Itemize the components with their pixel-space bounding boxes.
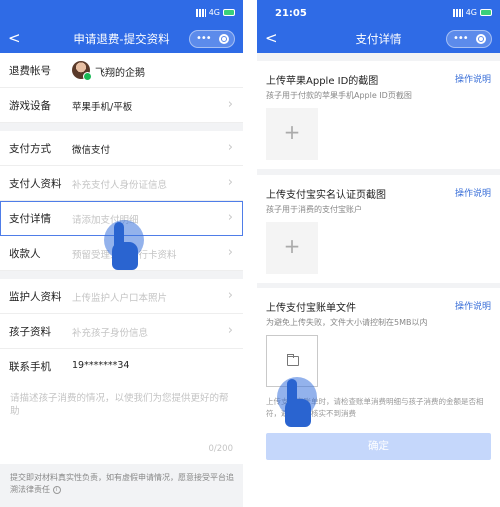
upload-apple-id-button[interactable]: + [266, 108, 318, 160]
right-screen: 21:05 4G < 支付详情 ••• 上传苹果Apple ID的截图 操作说明… [257, 0, 500, 507]
confirm-button[interactable]: 确定 [266, 433, 491, 460]
row-guardian-info[interactable]: 监护人资料 上传监护人户口本照片 › [0, 279, 243, 314]
row-label: 支付方式 [9, 143, 51, 155]
row-label: 监护人资料 [9, 291, 62, 303]
legal-notice: 提交即对材料真实性负责，如有虚假申请情况，愿意接受平台追溯法律责任 i [0, 464, 243, 507]
row-placeholder: 上传监护人户口本照片 [72, 293, 168, 304]
divider [0, 271, 243, 279]
row-game-device[interactable]: 游戏设备 苹果手机/平板 › [0, 88, 243, 123]
more-icon[interactable]: ••• [196, 32, 212, 46]
section-title: 上传苹果Apple ID的截图 [266, 76, 379, 87]
chevron-right-icon: › [227, 175, 233, 190]
section-title: 上传支付宝实名认证页截图 [266, 190, 386, 201]
battery-icon [480, 9, 492, 16]
phone-value: 19*******34 [72, 360, 130, 371]
signal-icon [452, 8, 463, 17]
textarea-placeholder: 请描述孩子消费的情况，以使我们为您提供更好的帮助 [10, 393, 229, 417]
apple-id-section: 上传苹果Apple ID的截图 操作说明 孩子用于付款的苹果手机Apple ID… [257, 61, 500, 169]
row-payment-method[interactable]: 支付方式 微信支付 › [0, 131, 243, 166]
section-desc: 为避免上传失败，文件大小请控制在5MB以内 [266, 318, 428, 327]
close-miniprogram-icon[interactable] [476, 34, 486, 44]
network-label: 4G [208, 8, 220, 17]
row-label: 支付人资料 [9, 178, 62, 190]
plus-icon: + [283, 234, 301, 258]
instructions-link[interactable]: 操作说明 [455, 72, 491, 85]
row-label: 支付详情 [9, 213, 51, 225]
row-label: 联系手机 [9, 361, 51, 373]
instructions-link[interactable]: 操作说明 [455, 186, 491, 199]
network-label: 4G [465, 8, 477, 17]
chevron-right-icon: › [227, 97, 233, 112]
chevron-right-icon: › [227, 140, 233, 155]
char-counter: 0/200 [208, 444, 234, 454]
status-icons: 4G [195, 8, 235, 17]
row-label: 孩子资料 [9, 326, 51, 338]
row-value: 微信支付 [72, 145, 111, 156]
tap-hand-icon [277, 367, 321, 429]
tap-hand-icon [104, 210, 148, 272]
row-value: 苹果手机/平板 [72, 102, 133, 113]
header-bar: 4G < 申请退费-提交资料 ••• [0, 0, 243, 53]
row-label: 游戏设备 [9, 100, 51, 112]
account-name: 飞翔的企鹅 [95, 68, 145, 79]
plus-icon: + [283, 120, 301, 144]
folder-icon [287, 354, 299, 366]
avatar [72, 61, 92, 81]
left-screen: 4G < 申请退费-提交资料 ••• 退费帐号 飞翔的企鹅 游戏设备 苹果手机/… [0, 0, 243, 507]
status-icons: 4G [452, 8, 492, 17]
signal-icon [195, 8, 206, 17]
more-icon[interactable]: ••• [453, 32, 469, 46]
status-time: 21:05 [275, 8, 307, 19]
row-placeholder: 补充支付人身份证信息 [72, 180, 168, 191]
battery-icon [223, 9, 235, 16]
upload-alipay-auth-button[interactable]: + [266, 222, 318, 274]
row-label: 退费帐号 [9, 65, 51, 77]
section-desc: 孩子用于付款的苹果手机Apple ID页截图 [266, 91, 412, 100]
chevron-right-icon: › [227, 323, 233, 338]
divider [0, 123, 243, 131]
notice-text: 提交即对材料真实性负责，如有虚假申请情况，愿意接受平台追溯法律责任 i [10, 473, 234, 494]
miniprogram-capsule[interactable]: ••• [446, 30, 492, 48]
header-bar: 21:05 4G < 支付详情 ••• [257, 0, 500, 53]
description-textarea[interactable]: 请描述孩子消费的情况，以使我们为您提供更好的帮助 0/200 [0, 376, 243, 464]
chevron-right-icon: › [227, 210, 233, 225]
section-desc: 孩子用于消费的支付宝账户 [266, 205, 362, 214]
row-payer-info[interactable]: 支付人资料 补充支付人身份证信息 › [0, 166, 243, 201]
row-refund-account[interactable]: 退费帐号 飞翔的企鹅 [0, 53, 243, 88]
chevron-right-icon: › [227, 288, 233, 303]
chevron-right-icon: › [227, 245, 233, 260]
row-placeholder: 补充孩子身份信息 [72, 328, 149, 339]
miniprogram-capsule[interactable]: ••• [189, 30, 235, 48]
instructions-link[interactable]: 操作说明 [455, 299, 491, 312]
alipay-auth-section: 上传支付宝实名认证页截图 操作说明 孩子用于消费的支付宝账户 + [257, 175, 500, 283]
row-child-info[interactable]: 孩子资料 补充孩子身份信息 › [0, 314, 243, 349]
info-icon[interactable]: i [52, 485, 61, 494]
close-miniprogram-icon[interactable] [219, 34, 229, 44]
row-label: 收款人 [9, 248, 41, 260]
section-title: 上传支付宝账单文件 [266, 303, 356, 314]
